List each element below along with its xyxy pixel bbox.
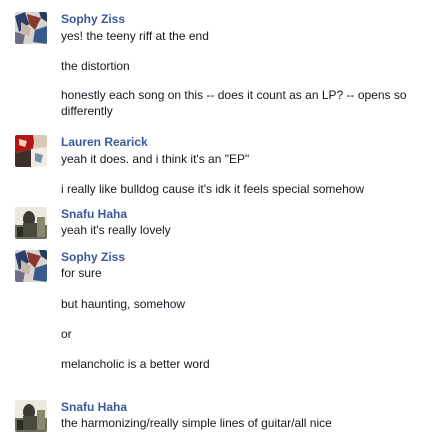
avatar-lauren-rearick[interactable] — [15, 135, 47, 167]
message-text: but haunting, somehow — [61, 297, 186, 311]
avatar-sophy-ziss[interactable] — [15, 12, 47, 44]
sender-name[interactable]: Snafu Haha — [61, 207, 127, 222]
comic-art-icon — [15, 135, 47, 167]
band-photo-icon — [15, 207, 47, 239]
message-text: honestly each song on this -- does it co… — [61, 88, 407, 118]
sender-name[interactable]: Sophy Ziss — [61, 12, 125, 27]
band-photo-icon — [15, 400, 47, 432]
avatar-snafu-haha[interactable] — [15, 207, 47, 239]
sender-name[interactable]: Sophy Ziss — [61, 250, 125, 265]
message-text: or — [61, 327, 72, 341]
sender-name[interactable]: Snafu Haha — [61, 400, 127, 415]
abstract-art-icon — [15, 12, 47, 44]
sender-name[interactable]: Lauren Rearick — [61, 135, 148, 150]
abstract-art-icon — [15, 250, 47, 282]
message-text: i really like bulldog cause it's idk it … — [61, 182, 365, 196]
message-text: the distortion — [61, 59, 130, 73]
message-text: for sure — [61, 266, 102, 280]
message-text: yeah it does. and i think it's an "EP" — [61, 152, 250, 166]
message-text: melancholic is a better word — [61, 357, 210, 371]
message-text: the harmonizing/really simple lines of g… — [61, 416, 332, 430]
message-text: yes! the teeny riff at the end — [61, 29, 209, 43]
message-text: yeah it's really lovely — [61, 223, 171, 237]
avatar-sophy-ziss[interactable] — [15, 250, 47, 282]
avatar-snafu-haha[interactable] — [15, 400, 47, 432]
